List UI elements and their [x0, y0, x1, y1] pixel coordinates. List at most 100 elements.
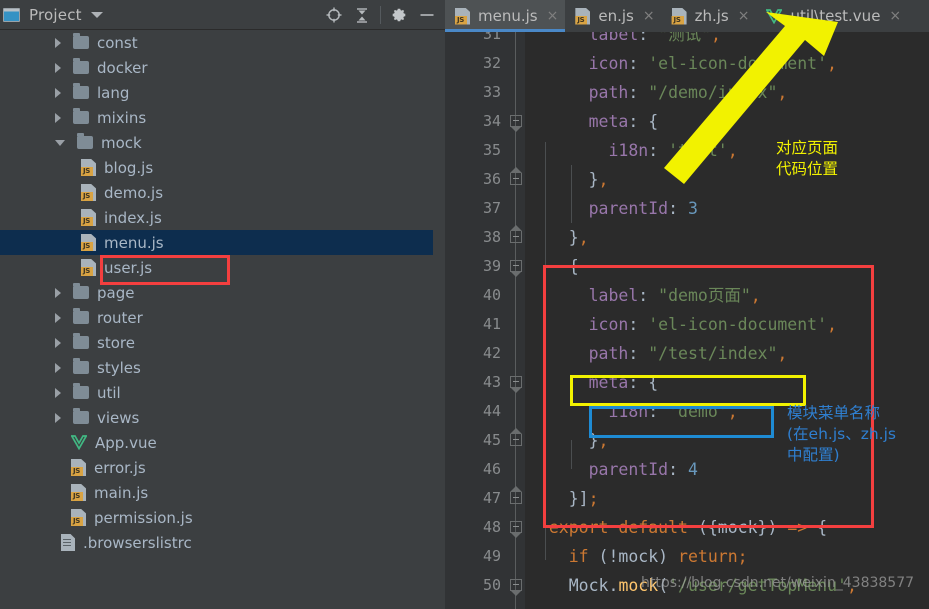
tree-item-router[interactable]: router: [0, 305, 433, 330]
code-line: },: [529, 223, 589, 252]
line-number: 34: [482, 112, 501, 130]
tree-item-user-js[interactable]: user.js: [0, 255, 433, 280]
minimize-icon[interactable]: [413, 1, 441, 29]
code-token: 'demo': [668, 402, 728, 421]
editor-tab-label: util\test.vue: [790, 7, 881, 25]
tree-item-menu-js[interactable]: menu.js: [0, 230, 433, 255]
code-token: ,: [750, 286, 761, 305]
tree-item-label: router: [97, 308, 143, 327]
code-token: 'el-icon-document': [648, 54, 828, 73]
code-token: :: [668, 460, 688, 479]
code-token: }: [568, 228, 579, 247]
tree-item-store[interactable]: store: [0, 330, 433, 355]
project-file-tree[interactable]: const docker lang mixins mock blog.js demo.js i…: [0, 30, 433, 609]
code-token: :: [668, 199, 688, 218]
fold-toggle-icon[interactable]: [510, 579, 522, 596]
chevron-right-icon[interactable]: [55, 337, 61, 348]
code-token: "测试": [658, 32, 712, 44]
code-token: 3: [687, 199, 698, 218]
editor-tab-en-js[interactable]: en.js ×: [565, 0, 661, 32]
tree-item-app-vue[interactable]: App.vue: [0, 430, 433, 455]
js-file-icon: [71, 509, 86, 526]
tree-item-main-js[interactable]: main.js: [0, 480, 433, 505]
folder-icon: [73, 58, 89, 74]
fold-toggle-icon[interactable]: [510, 115, 522, 132]
tree-item-page[interactable]: page: [0, 280, 433, 305]
chevron-right-icon[interactable]: [55, 112, 61, 123]
gear-icon[interactable]: [385, 1, 413, 29]
tree-item-lang[interactable]: lang: [0, 80, 433, 105]
js-file-icon: [81, 159, 96, 176]
fold-toggle-icon[interactable]: [510, 260, 522, 277]
close-icon[interactable]: ×: [547, 9, 559, 23]
code-token: {: [807, 518, 828, 537]
js-file-icon: [455, 7, 470, 25]
code-token: :: [648, 141, 669, 160]
fold-toggle-icon[interactable]: [510, 428, 522, 446]
tree-item-util[interactable]: util: [0, 380, 433, 405]
editor-tab-zh-js[interactable]: zh.js ×: [662, 0, 757, 32]
chevron-right-icon[interactable]: [55, 87, 61, 98]
editor-tab-menu-js[interactable]: menu.js ×: [445, 0, 566, 32]
editor-tab-label: menu.js: [478, 7, 538, 25]
tree-item-const[interactable]: const: [0, 30, 433, 55]
line-number: 43: [482, 373, 501, 391]
editor-tab-util-test-vue[interactable]: util\test.vue ×: [756, 0, 908, 32]
tree-item-mock[interactable]: mock: [0, 130, 433, 155]
tree-item-blog-js[interactable]: blog.js: [0, 155, 433, 180]
tree-item-demo-js[interactable]: demo.js: [0, 180, 433, 205]
tree-item-browserslistrc[interactable]: .browserslistrc: [0, 530, 433, 555]
chevron-right-icon[interactable]: [55, 37, 61, 48]
project-scrollbar-track[interactable]: [433, 30, 877, 609]
fold-toggle-icon[interactable]: [510, 225, 522, 243]
tree-item-styles[interactable]: styles: [0, 355, 433, 380]
tree-item-error-js[interactable]: error.js: [0, 455, 433, 480]
chevron-down-icon[interactable]: [90, 11, 103, 18]
chevron-right-icon[interactable]: [55, 287, 61, 298]
code-content[interactable]: label: "测试", icon: 'el-icon-document', p…: [529, 32, 929, 609]
tree-item-docker[interactable]: docker: [0, 55, 433, 80]
fold-toggle-icon[interactable]: [510, 167, 522, 185]
folder-icon: [77, 133, 93, 149]
tree-item-index-js[interactable]: index.js: [0, 205, 433, 230]
code-token: :: [638, 286, 659, 305]
code-token: path: [588, 83, 629, 102]
chevron-right-icon[interactable]: [55, 387, 61, 398]
folder-icon: [73, 333, 89, 349]
fold-toggle-icon[interactable]: [510, 376, 522, 393]
code-editor[interactable]: 31 32 33 34 35 36 37 38 39 40 41 42 43 44 45 46 47 48 49 50…: [445, 32, 929, 609]
close-icon[interactable]: ×: [643, 9, 655, 23]
code-folding-column[interactable]: [507, 32, 525, 609]
code-line: if (!mock) return;: [529, 542, 748, 571]
code-line: icon: 'el-icon-document',: [529, 310, 837, 339]
locate-target-icon[interactable]: [320, 1, 348, 29]
code-token: (: [687, 518, 708, 537]
code-token: :: [628, 112, 649, 131]
code-token: 'test': [668, 141, 728, 160]
chevron-down-icon[interactable]: [55, 139, 65, 146]
tree-item-mixins[interactable]: mixins: [0, 105, 433, 130]
chevron-right-icon[interactable]: [55, 362, 61, 373]
code-token: label: [588, 286, 639, 305]
chevron-right-icon[interactable]: [55, 412, 61, 423]
code-token: mock: [618, 576, 659, 595]
js-file-icon: [81, 259, 96, 276]
fold-toggle-icon[interactable]: [510, 521, 522, 538]
code-token: i18n: [608, 141, 649, 160]
tree-item-views[interactable]: views: [0, 405, 433, 430]
vue-logo-icon: [70, 435, 88, 451]
code-token: "/demo/index": [648, 83, 778, 102]
fold-toggle-icon[interactable]: [510, 486, 522, 504]
chevron-right-icon[interactable]: [55, 62, 61, 73]
chevron-right-icon[interactable]: [55, 312, 61, 323]
toolbar-divider: [380, 6, 381, 24]
code-line: icon: 'el-icon-document',: [529, 49, 837, 78]
collapse-all-icon[interactable]: [348, 1, 376, 29]
close-icon[interactable]: ×: [738, 9, 750, 23]
close-icon[interactable]: ×: [889, 9, 901, 23]
tree-item-permission-js[interactable]: permission.js: [0, 505, 433, 530]
tree-item-label: mock: [101, 133, 142, 152]
